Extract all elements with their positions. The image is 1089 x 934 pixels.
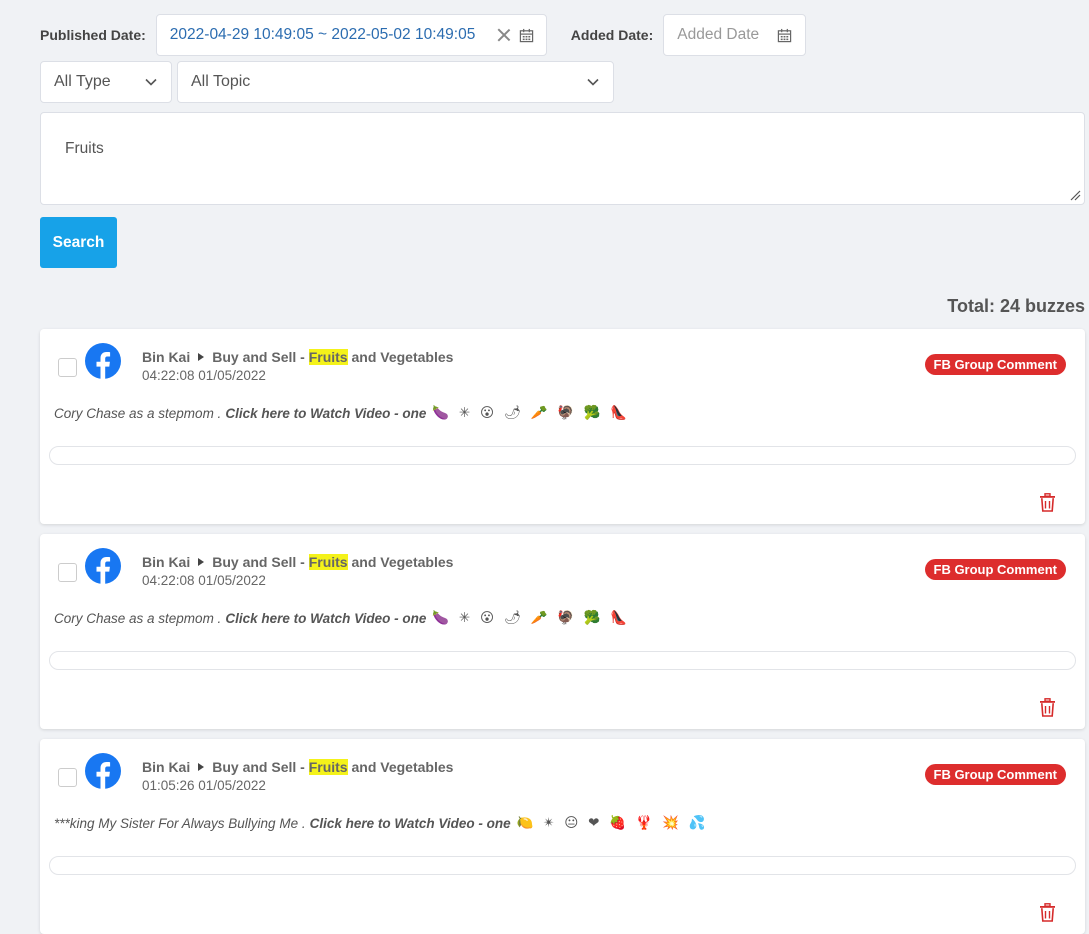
group-name[interactable]: Buy and Sell - Fruits and Vegetables (212, 759, 453, 775)
post-content: Cory Chase as a stepmom . Click here to … (54, 405, 630, 421)
tag-bar[interactable] (49, 856, 1076, 875)
calendar-icon[interactable] (519, 28, 534, 43)
author-name[interactable]: Bin Kai (142, 759, 190, 775)
facebook-icon (85, 343, 121, 379)
trash-icon[interactable] (1039, 903, 1056, 922)
content-link[interactable]: Click here to Watch Video - one (310, 816, 511, 831)
added-date-label: Added Date: (570, 27, 654, 43)
tag-bar[interactable] (49, 651, 1076, 670)
calendar-icon[interactable] (777, 28, 792, 43)
keyword-highlight: Fruits (308, 554, 348, 570)
facebook-icon (85, 753, 121, 789)
content-emoji: 🍆 ✳ 😮 🌶 🥕 🦃 🥦 👠 (432, 405, 631, 420)
search-query-text: Fruits (65, 140, 104, 157)
result-card: Bin Kai Buy and Sell - Fruits and Vegeta… (40, 739, 1085, 934)
total-count: Total: 24 buzzes (947, 296, 1085, 316)
select-checkbox[interactable] (58, 768, 77, 787)
added-date-picker[interactable]: Added Date (663, 14, 807, 56)
topic-select-value: All Topic (191, 73, 251, 90)
group-name-suffix: and Vegetables (347, 349, 454, 365)
keyword-highlight: Fruits (308, 349, 348, 365)
date-filters: Published Date: 2022-04-29 10:49:05 ~ 20… (40, 14, 807, 56)
search-button[interactable]: Search (40, 217, 117, 268)
keyword-highlight: Fruits (308, 759, 348, 775)
published-date-range-picker[interactable]: 2022-04-29 10:49:05 ~ 2022-05-02 10:49:0… (155, 14, 547, 56)
content-text: ***king My Sister For Always Bullying Me… (54, 815, 306, 831)
author-name[interactable]: Bin Kai (142, 349, 190, 365)
resize-handle-icon[interactable] (1069, 189, 1081, 201)
chevron-down-icon (145, 78, 157, 86)
content-text: Cory Chase as a stepmom . (54, 405, 222, 421)
post-content: ***king My Sister For Always Bullying Me… (54, 815, 709, 831)
content-link[interactable]: Click here to Watch Video - one (225, 406, 426, 421)
type-select-value: All Type (54, 73, 111, 90)
select-checkbox[interactable] (58, 358, 77, 377)
content-emoji: 🍋 ✴ 😐 ❤ 🍓 🦞 💥 💦 (516, 815, 709, 830)
published-date-label: Published Date: (40, 27, 146, 43)
result-card: Bin Kai Buy and Sell - Fruits and Vegeta… (40, 534, 1085, 729)
chevron-down-icon (587, 78, 599, 86)
group-name[interactable]: Buy and Sell - Fruits and Vegetables (212, 554, 453, 570)
source-badge: FB Group Comment (924, 354, 1066, 375)
select-filters: All Type All Topic (40, 61, 614, 103)
group-name-prefix: Buy and Sell - (212, 349, 309, 365)
source-badge: FB Group Comment (924, 764, 1066, 785)
trash-icon[interactable] (1039, 698, 1056, 717)
author-name[interactable]: Bin Kai (142, 554, 190, 570)
search-query-input[interactable]: Fruits (40, 112, 1085, 205)
trash-icon[interactable] (1039, 493, 1056, 512)
clear-icon[interactable] (497, 28, 511, 42)
post-time: 04:22:08 01/05/2022 (142, 573, 266, 588)
content-text: Cory Chase as a stepmom . (54, 610, 222, 626)
group-name-suffix: and Vegetables (347, 759, 454, 775)
group-name-prefix: Buy and Sell - (212, 759, 309, 775)
post-time: 01:05:26 01/05/2022 (142, 778, 266, 793)
facebook-icon (85, 548, 121, 584)
result-card: Bin Kai Buy and Sell - Fruits and Vegeta… (40, 329, 1085, 524)
group-name[interactable]: Buy and Sell - Fruits and Vegetables (212, 349, 453, 365)
source-badge: FB Group Comment (924, 559, 1066, 580)
group-name-prefix: Buy and Sell - (212, 554, 309, 570)
content-link[interactable]: Click here to Watch Video - one (225, 611, 426, 626)
post-meta: Bin Kai Buy and Sell - Fruits and Vegeta… (142, 759, 453, 793)
caret-right-icon (198, 763, 205, 771)
post-content: Cory Chase as a stepmom . Click here to … (54, 610, 630, 626)
published-date-value: 2022-04-29 10:49:05 ~ 2022-05-02 10:49:0… (169, 26, 476, 43)
select-checkbox[interactable] (58, 563, 77, 582)
caret-right-icon (198, 353, 205, 361)
post-time: 04:22:08 01/05/2022 (142, 368, 266, 383)
caret-right-icon (198, 558, 205, 566)
topic-select[interactable]: All Topic (177, 61, 614, 103)
post-meta: Bin Kai Buy and Sell - Fruits and Vegeta… (142, 349, 453, 383)
added-date-placeholder: Added Date (677, 26, 760, 43)
type-select[interactable]: All Type (40, 61, 172, 103)
post-meta: Bin Kai Buy and Sell - Fruits and Vegeta… (142, 554, 453, 588)
group-name-suffix: and Vegetables (347, 554, 454, 570)
tag-bar[interactable] (49, 446, 1076, 465)
content-emoji: 🍆 ✳ 😮 🌶 🥕 🦃 🥦 👠 (432, 610, 631, 625)
